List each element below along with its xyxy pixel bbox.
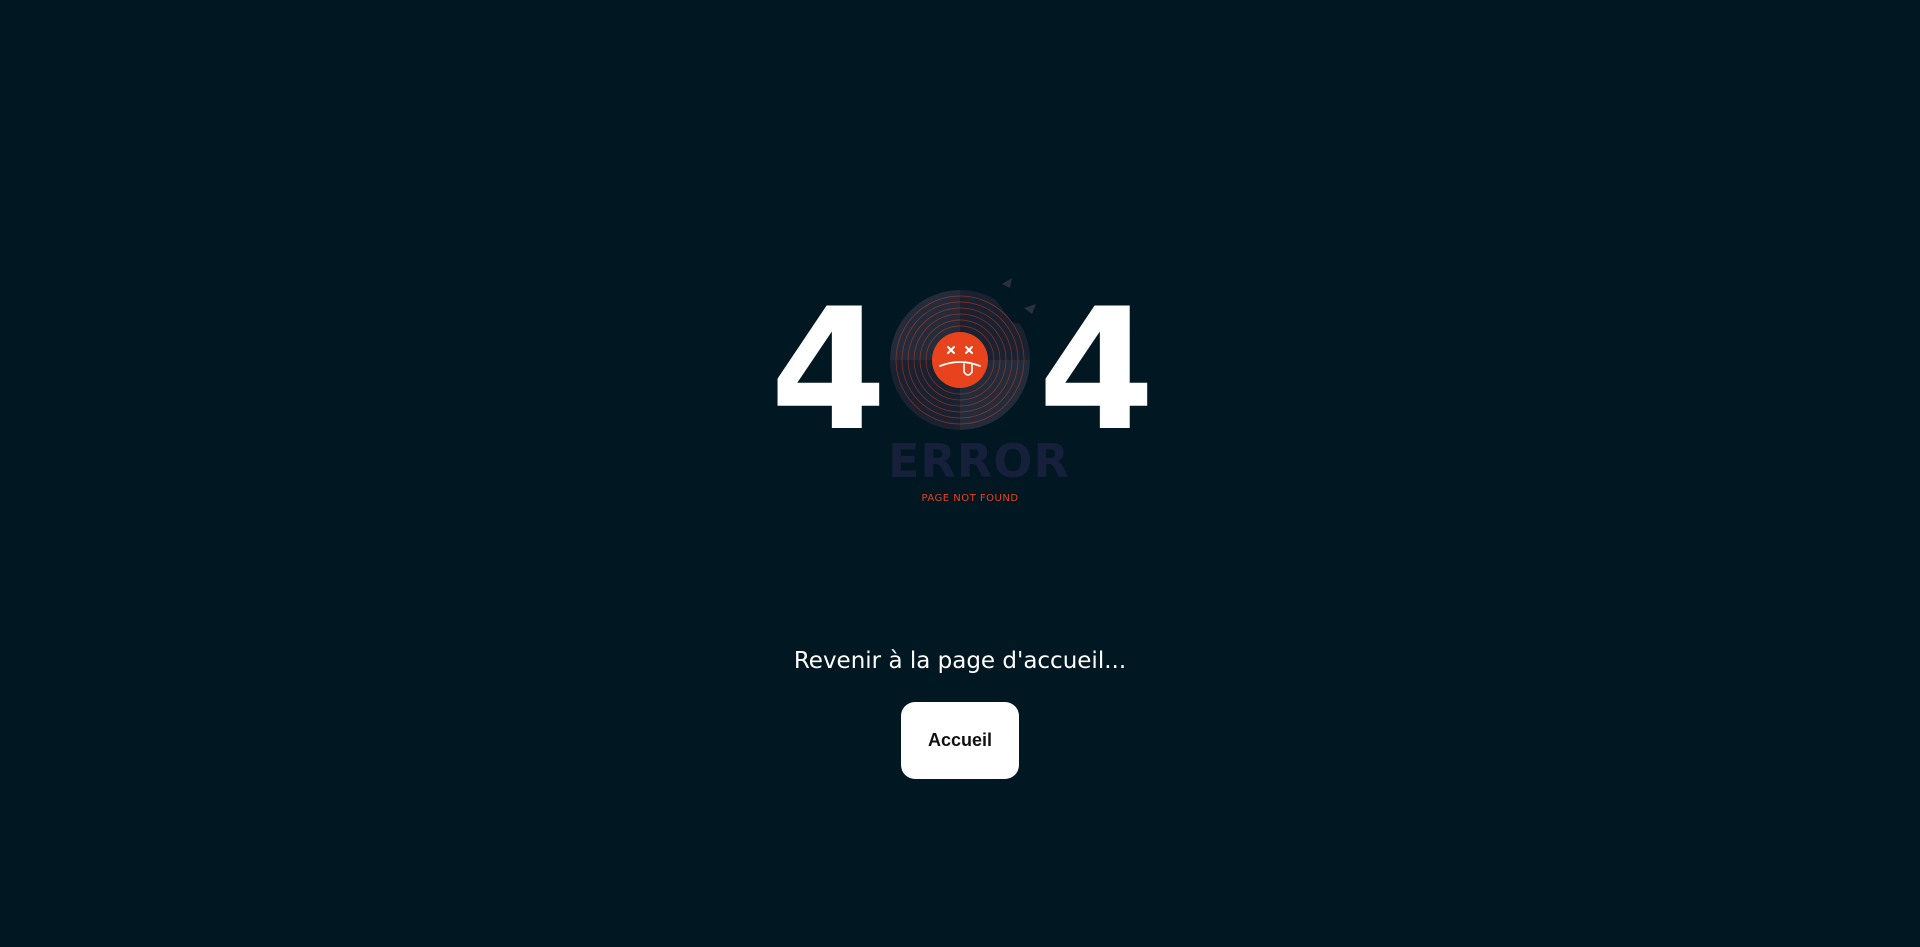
return-home-message: Revenir à la page d'accueil... [793, 648, 1127, 674]
digit-four-right: 4 [1038, 272, 1155, 468]
vinyl-disc-svg [890, 278, 1036, 430]
page-not-found-label: PAGE NOT FOUND [921, 493, 1019, 504]
home-button[interactable]: Accueil [901, 702, 1019, 779]
error-page: 4 4 ERROR PAGE NOT FOUND Revenir à la pa… [0, 0, 1920, 947]
error-404-illustration: 4 4 ERROR PAGE NOT FOUND [770, 272, 1155, 508]
digit-four-left: 4 [770, 272, 887, 468]
error-label: ERROR [888, 434, 1070, 488]
broken-vinyl-disc-icon [884, 278, 1044, 438]
